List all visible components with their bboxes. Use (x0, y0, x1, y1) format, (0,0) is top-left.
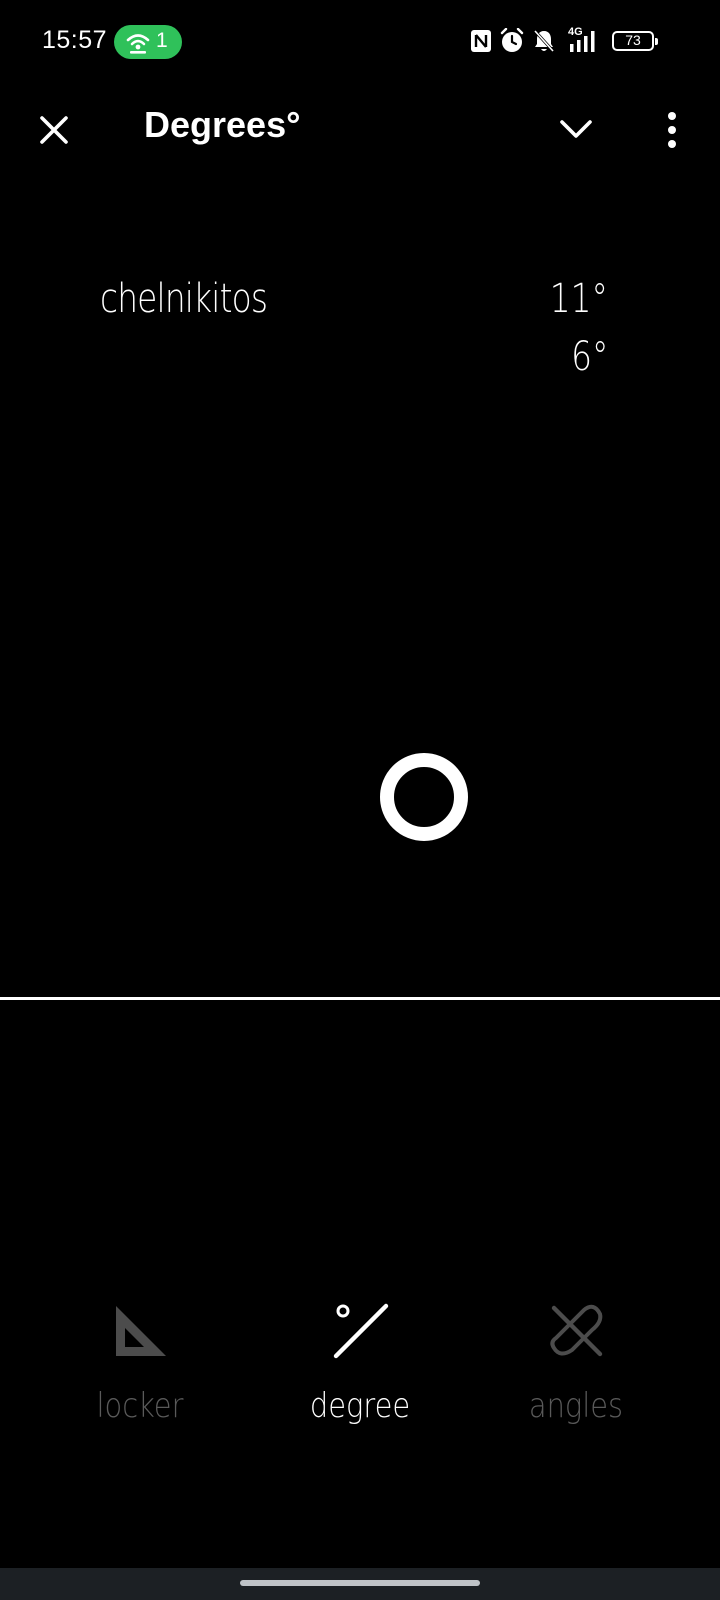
status-time: 15:57 (42, 26, 108, 54)
status-bar: 15:57 1 4G 73 (0, 0, 720, 84)
system-gesture-area (0, 1568, 720, 1600)
entry-name: chelnikitos (100, 276, 268, 322)
triangle-ruler-icon (116, 1306, 166, 1356)
nav-item-locker[interactable]: locker (40, 1290, 240, 1440)
page-title: Degrees° (144, 104, 301, 145)
level-indicator-ring[interactable] (380, 753, 468, 841)
degree-slash-icon (333, 1303, 389, 1359)
nav-label-degree: degree (309, 1386, 411, 1426)
entry-low-degree: 6° (570, 334, 608, 380)
bottom-navigation: locker degree angles (0, 1290, 720, 1450)
nav-label-angles: angles (528, 1386, 624, 1426)
hotspot-count: 1 (156, 29, 168, 52)
nav-item-degree[interactable]: degree (260, 1290, 460, 1440)
entry-high-degree: 11° (549, 276, 608, 322)
hotspot-icon (126, 34, 150, 54)
expand-button[interactable] (554, 108, 598, 152)
alarm-icon (500, 28, 524, 52)
crossed-lines-icon (550, 1304, 603, 1357)
gesture-handle[interactable] (240, 1580, 480, 1586)
close-icon (40, 116, 68, 144)
hotspot-indicator[interactable]: 1 (114, 25, 182, 59)
bell-muted-icon (533, 29, 555, 53)
horizon-line (0, 997, 720, 1000)
overflow-menu-button[interactable] (652, 106, 692, 154)
battery-level: 73 (625, 32, 641, 48)
nav-label-locker: locker (96, 1386, 184, 1426)
chevron-down-icon (560, 120, 592, 138)
battery-icon: 73 (612, 31, 658, 51)
app-toolbar: Degrees° (0, 90, 720, 166)
signal-icon (570, 31, 595, 52)
nfc-icon (471, 30, 491, 52)
more-vert-icon (668, 112, 676, 148)
nav-item-angles[interactable]: angles (476, 1290, 676, 1440)
close-button[interactable] (30, 106, 78, 154)
